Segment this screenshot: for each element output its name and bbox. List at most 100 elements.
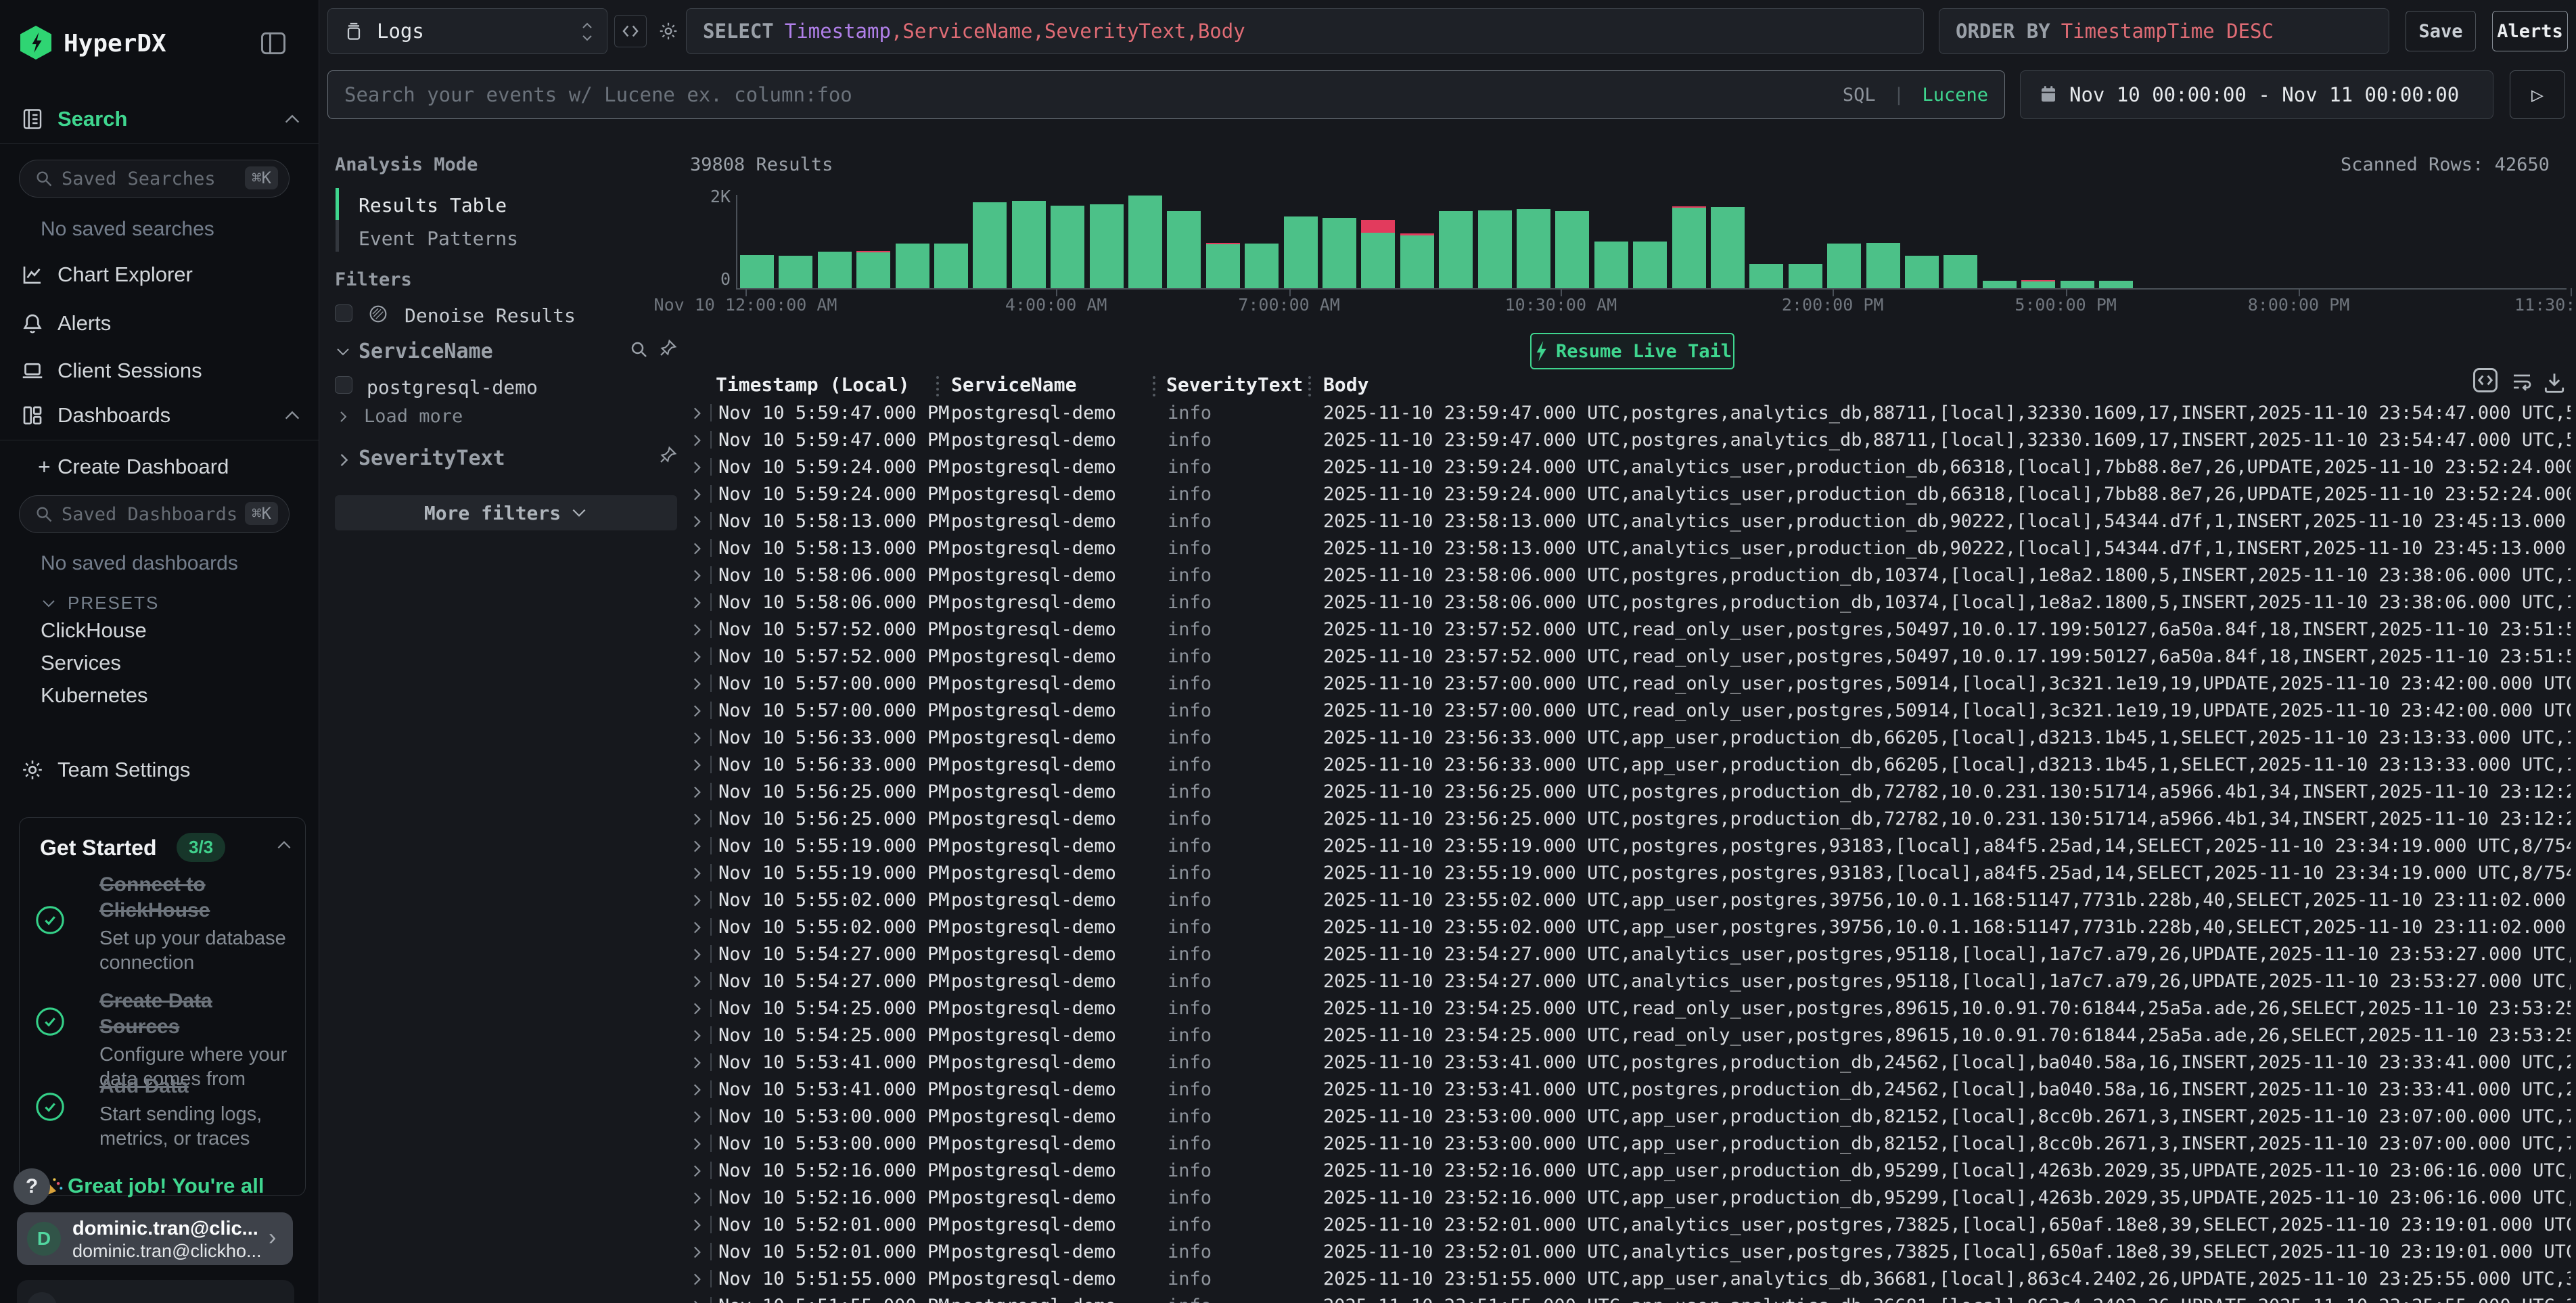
table-row[interactable]: Nov 10 5:54:25.000 PM postgresql-demo in…	[682, 1022, 2576, 1049]
table-row[interactable]: Nov 10 5:55:02.000 PM postgresql-demo in…	[682, 886, 2576, 913]
table-row[interactable]: Nov 10 5:51:55.000 PM postgresql-demo in…	[682, 1292, 2576, 1303]
table-row[interactable]: Nov 10 5:53:00.000 PM postgresql-demo in…	[682, 1130, 2576, 1157]
more-filters-button[interactable]: More filters	[335, 495, 677, 530]
sidebar-item-client-sessions[interactable]: Client Sessions	[0, 353, 319, 388]
presets-toggle[interactable]: PRESETS	[41, 593, 159, 614]
sidebar-item-team-settings[interactable]: Team Settings	[0, 752, 319, 787]
histogram-bar[interactable]	[1789, 264, 1822, 288]
table-row[interactable]: Nov 10 5:52:16.000 PM postgresql-demo in…	[682, 1157, 2576, 1184]
table-row[interactable]: Nov 10 5:57:52.000 PM postgresql-demo in…	[682, 643, 2576, 670]
histogram-bar[interactable]	[1711, 207, 1745, 288]
table-row[interactable]: Nov 10 5:58:06.000 PM postgresql-demo in…	[682, 589, 2576, 616]
column-resize-handle[interactable]	[1308, 376, 1311, 396]
table-row[interactable]: Nov 10 5:58:13.000 PM postgresql-demo in…	[682, 534, 2576, 562]
expand-row-icon[interactable]	[691, 648, 702, 666]
histogram-bar[interactable]	[1633, 242, 1667, 288]
table-row[interactable]: Nov 10 5:53:41.000 PM postgresql-demo in…	[682, 1049, 2576, 1076]
sidebar-item-alerts[interactable]: Alerts	[0, 306, 319, 341]
histogram-bar[interactable]	[2021, 281, 2055, 288]
sidebar-item-dashboards[interactable]: Dashboards	[0, 398, 319, 433]
histogram-bar[interactable]	[1749, 264, 1783, 288]
table-row[interactable]: Nov 10 5:56:33.000 PM postgresql-demo in…	[682, 751, 2576, 778]
chevron-up-icon[interactable]	[275, 840, 293, 850]
expand-row-icon[interactable]	[691, 1000, 702, 1018]
histogram-bar[interactable]	[1517, 209, 1550, 288]
histogram-bar[interactable]	[2061, 281, 2094, 288]
column-header-servicename[interactable]: ServiceName	[951, 373, 1076, 396]
expand-row-icon[interactable]	[691, 567, 702, 585]
run-query-button[interactable]: ▷	[2510, 70, 2565, 119]
histogram-bar[interactable]	[818, 252, 852, 288]
table-row[interactable]: Nov 10 5:59:47.000 PM postgresql-demo in…	[682, 399, 2576, 426]
table-row[interactable]: Nov 10 5:56:25.000 PM postgresql-demo in…	[682, 778, 2576, 805]
saved-dashboards-input[interactable]: Saved Dashboards ⌘K	[19, 495, 290, 533]
histogram-bar[interactable]	[1672, 208, 1706, 288]
search-input[interactable]: Search your events w/ Lucene ex. column:…	[327, 70, 2005, 119]
expand-row-icon[interactable]	[691, 594, 702, 612]
preset-clickhouse[interactable]: ClickHouse	[41, 618, 147, 643]
expand-row-icon[interactable]	[691, 838, 702, 855]
column-resize-handle[interactable]	[936, 376, 939, 396]
histogram-bar[interactable]	[1361, 233, 1395, 289]
user-card[interactable]: D dominic.tran@clic... dominic.tran@clic…	[17, 1212, 293, 1265]
expand-row-icon[interactable]	[691, 810, 702, 828]
lang-lucene[interactable]: Lucene	[1922, 85, 1988, 106]
chevron-up-icon[interactable]	[283, 113, 302, 125]
expand-row-icon[interactable]	[691, 540, 702, 557]
pin-icon[interactable]	[658, 445, 678, 465]
histogram-bar-error[interactable]	[2021, 280, 2055, 281]
histogram-bar[interactable]	[973, 202, 1007, 288]
histogram-bar[interactable]	[1439, 211, 1473, 288]
table-row[interactable]: Nov 10 5:54:27.000 PM postgresql-demo in…	[682, 967, 2576, 995]
expand-row-icon[interactable]	[691, 756, 702, 774]
column-header-body[interactable]: Body	[1323, 373, 1368, 396]
help-button[interactable]: ?	[14, 1168, 50, 1205]
expand-row-icon[interactable]	[691, 1216, 702, 1234]
expand-row-icon[interactable]	[691, 486, 702, 503]
histogram-bar-error[interactable]	[1361, 220, 1395, 232]
expand-row-icon[interactable]	[691, 783, 702, 801]
alerts-button[interactable]: Alerts	[2492, 11, 2568, 51]
code-view-button[interactable]	[614, 15, 647, 47]
source-select[interactable]: Logs	[327, 8, 607, 54]
histogram-bar[interactable]	[1905, 256, 1939, 288]
column-header-severitytext[interactable]: SeverityText	[1166, 373, 1303, 396]
histogram-bar[interactable]	[1983, 281, 2017, 288]
table-row[interactable]: Nov 10 5:55:19.000 PM postgresql-demo in…	[682, 832, 2576, 859]
orderby-input[interactable]: ORDER BY TimestampTime DESC	[1939, 8, 2389, 54]
histogram-bar[interactable]	[1322, 218, 1356, 288]
sidebar-item-chart-explorer[interactable]: Chart Explorer	[0, 257, 319, 292]
expand-row-icon[interactable]	[691, 459, 702, 476]
save-button[interactable]: Save	[2406, 11, 2476, 51]
expand-row-icon[interactable]	[691, 1054, 702, 1072]
column-header-timestamp[interactable]: Timestamp (Local)	[716, 373, 910, 396]
column-resize-handle[interactable]	[1153, 376, 1155, 396]
select-query-input[interactable]: SELECT Timestamp ,ServiceName,SeverityTe…	[686, 8, 1924, 54]
table-row[interactable]: Nov 10 5:59:24.000 PM postgresql-demo in…	[682, 453, 2576, 480]
preset-kubernetes[interactable]: Kubernetes	[41, 683, 148, 708]
expand-row-icon[interactable]	[691, 675, 702, 693]
expand-row-icon[interactable]	[691, 1243, 702, 1261]
expand-row-icon[interactable]	[691, 513, 702, 530]
histogram-bar[interactable]	[1128, 196, 1162, 288]
table-row[interactable]: Nov 10 5:59:24.000 PM postgresql-demo in…	[682, 480, 2576, 507]
histogram-bar-error[interactable]	[1400, 233, 1434, 235]
service-value-label[interactable]: postgresql-demo	[367, 376, 538, 398]
expand-row-icon[interactable]	[691, 1271, 702, 1288]
histogram-bar[interactable]	[1090, 204, 1124, 288]
expand-row-icon[interactable]	[691, 1189, 702, 1207]
expand-row-icon[interactable]	[691, 865, 702, 882]
histogram-bar[interactable]	[1555, 211, 1589, 288]
table-row[interactable]: Nov 10 5:57:00.000 PM postgresql-demo in…	[682, 670, 2576, 697]
chevron-right-icon[interactable]	[337, 451, 350, 470]
resume-live-tail-button[interactable]: Resume Live Tail	[1530, 333, 1734, 369]
preset-services[interactable]: Services	[41, 651, 121, 675]
expand-row-icon[interactable]	[691, 405, 702, 422]
histogram-bar[interactable]	[1400, 235, 1434, 288]
histogram-bar[interactable]	[1284, 216, 1318, 288]
table-row[interactable]: Nov 10 5:54:27.000 PM postgresql-demo in…	[682, 940, 2576, 967]
table-code-view-button[interactable]	[2470, 365, 2500, 395]
histogram-bar[interactable]	[1594, 242, 1628, 288]
denoise-label[interactable]: Denoise Results	[405, 304, 576, 327]
histogram-bar[interactable]	[1866, 243, 1900, 288]
